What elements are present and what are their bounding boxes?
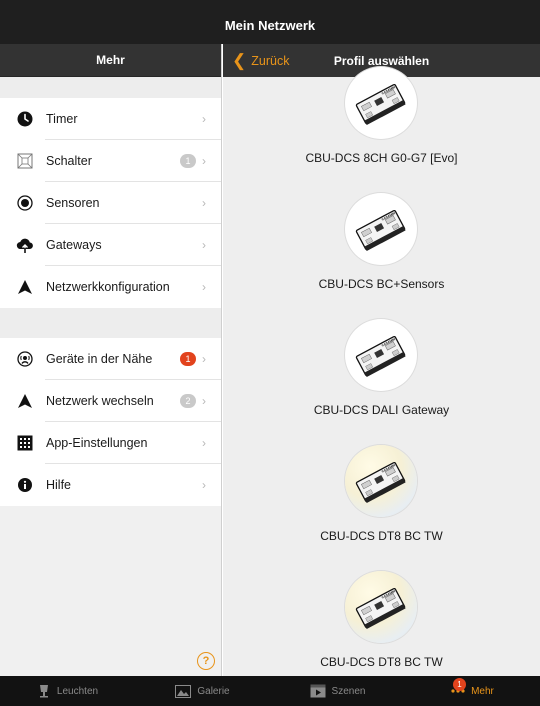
- menu-item-label: App-Einstellungen: [46, 436, 148, 450]
- menu-item-label: Timer: [46, 112, 78, 126]
- profile-name: CBU-DCS BC+Sensors: [318, 277, 445, 291]
- clock-icon: [16, 110, 34, 128]
- menu-item-schalter[interactable]: Schalter 1 ›: [0, 140, 221, 182]
- device-image: CASAMBI: [345, 445, 417, 517]
- scenes-icon: [310, 684, 326, 698]
- menu-item-label: Hilfe: [46, 478, 72, 492]
- device-image: CASAMBI: [345, 319, 417, 391]
- chevron-right-icon: ›: [202, 280, 206, 294]
- chevron-right-icon: ›: [202, 394, 206, 408]
- info-icon: [16, 476, 34, 494]
- profile-name: CBU-DCS DALI Gateway: [313, 403, 450, 417]
- menu-item-timer[interactable]: Timer ›: [0, 98, 221, 140]
- menu-item-label: Gateways: [46, 238, 102, 252]
- section-gap: [0, 77, 221, 98]
- tab-leuchten[interactable]: Leuchten: [0, 676, 135, 706]
- gallery-icon: [175, 684, 192, 698]
- device-image: CASAMBI: [345, 67, 417, 139]
- menu-item-nearby-devices[interactable]: Geräte in der Nähe 1 ›: [0, 338, 221, 380]
- network-arrow-icon: [16, 392, 34, 410]
- tab-mehr[interactable]: Mehr 1: [405, 676, 540, 706]
- tab-label: Szenen: [331, 685, 366, 697]
- menu-item-label: Sensoren: [46, 196, 100, 210]
- tab-label: Galerie: [197, 685, 230, 697]
- menu-item-label: Geräte in der Nähe: [46, 352, 153, 366]
- chevron-right-icon: ›: [202, 238, 206, 252]
- count-badge: 2: [180, 394, 196, 408]
- menu-item-gateways[interactable]: Gateways ›: [0, 224, 221, 266]
- chevron-right-icon: ›: [202, 196, 206, 210]
- lamp-icon: [37, 684, 51, 698]
- tab-label: Leuchten: [56, 685, 99, 697]
- section-gap: [0, 308, 221, 338]
- profile-name: CBU-DCS DT8 BC TW: [320, 655, 443, 669]
- menu-group-2: Geräte in der Nähe 1 › Netzwerk wechseln…: [0, 338, 221, 506]
- device-image: CASAMBI: [345, 193, 417, 265]
- profile-name: CBU-DCS 8CH G0-G7 [Evo]: [305, 151, 458, 165]
- menu-item-label: Netzwerk wechseln: [46, 394, 154, 408]
- profile-item[interactable]: CASAMBI CBU-DCS DT8 BC TW: [223, 445, 540, 571]
- menu-item-app-einstellungen[interactable]: App-Einstellungen ›: [0, 422, 221, 464]
- profile-name: CBU-DCS DT8 BC TW: [320, 529, 443, 543]
- menu-item-netzwerkkonfiguration[interactable]: Netzwerkkonfiguration ›: [0, 266, 221, 308]
- right-panel: Profil auswählen ❮ Zurück CASAMBI CBU-DCS…: [223, 44, 540, 676]
- menu-group-1: Timer › Schalter 1 › Sensoren › Gateways…: [0, 98, 221, 308]
- profile-item[interactable]: CASAMBI CBU-DCS 8CH G0-G7 [Evo]: [223, 67, 540, 193]
- settings-grid-icon: [16, 434, 34, 452]
- nearby-icon: [16, 350, 34, 368]
- menu-item-sensoren[interactable]: Sensoren ›: [0, 182, 221, 224]
- left-panel-header: Mehr: [0, 44, 221, 77]
- tab-galerie[interactable]: Galerie: [135, 676, 270, 706]
- window-title: Mein Netzwerk: [0, 6, 540, 44]
- notification-badge: 1: [453, 678, 466, 691]
- chevron-right-icon: ›: [202, 478, 206, 492]
- profile-item[interactable]: CASAMBI CBU-DCS DALI Gateway: [223, 319, 540, 445]
- network-arrow-icon: [16, 278, 34, 296]
- menu-item-label: Schalter: [46, 154, 92, 168]
- left-panel: Mehr Timer › Schalter 1 › Sensoren › Gat…: [0, 44, 222, 676]
- tab-szenen[interactable]: Szenen: [270, 676, 405, 706]
- chevron-right-icon: ›: [202, 154, 206, 168]
- profile-item[interactable]: CASAMBI CBU-DCS BC+Sensors: [223, 193, 540, 319]
- profile-item[interactable]: CASAMBI CBU-DCS DT8 BC TW: [223, 571, 540, 676]
- menu-item-netzwerk-wechseln[interactable]: Netzwerk wechseln 2 ›: [0, 380, 221, 422]
- chevron-right-icon: ›: [202, 352, 206, 366]
- back-label: Zurück: [251, 53, 290, 68]
- device-image: CASAMBI: [345, 571, 417, 643]
- tab-bar: Leuchten Galerie Szenen Mehr 1: [0, 676, 540, 706]
- tab-label: Mehr: [471, 685, 494, 697]
- switch-icon: [16, 152, 34, 170]
- help-button[interactable]: ?: [197, 652, 215, 670]
- sensor-icon: [16, 194, 34, 212]
- cloud-upload-icon: [16, 236, 34, 254]
- menu-item-label: Netzwerkkonfiguration: [46, 280, 170, 294]
- chevron-right-icon: ›: [202, 436, 206, 450]
- menu-item-hilfe[interactable]: Hilfe ›: [0, 464, 221, 506]
- count-badge: 1: [180, 352, 196, 366]
- count-badge: 1: [180, 154, 196, 168]
- chevron-right-icon: ›: [202, 112, 206, 126]
